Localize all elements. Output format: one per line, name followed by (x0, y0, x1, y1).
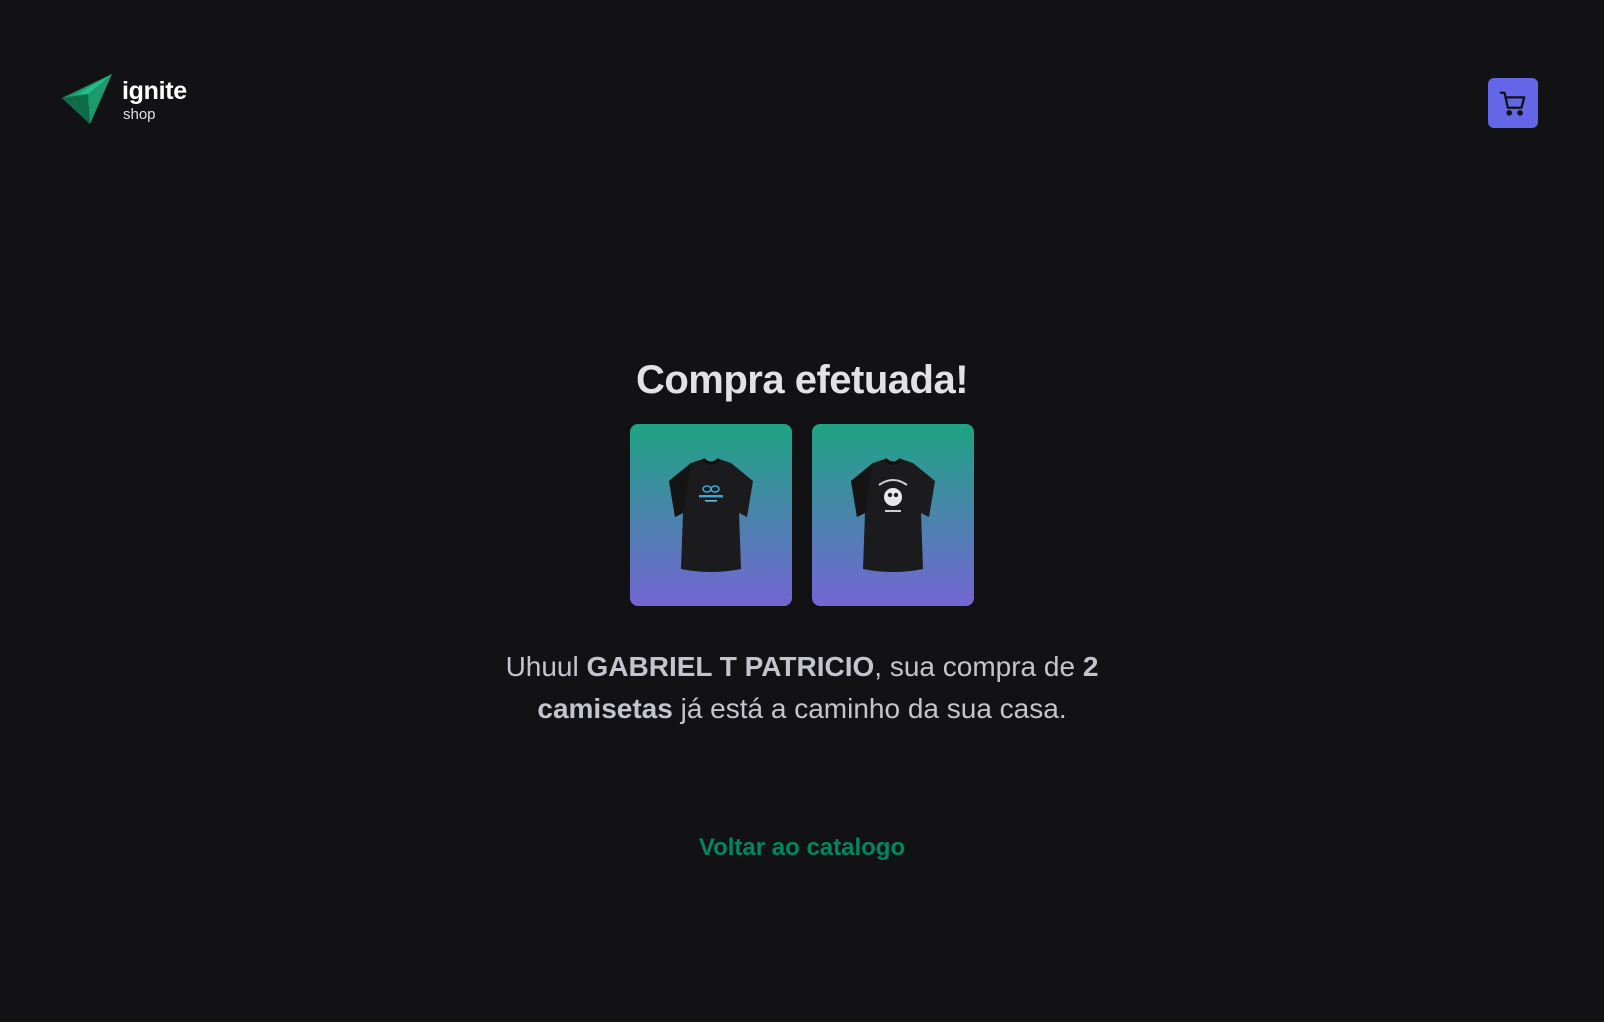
header: ignite shop (0, 0, 1604, 200)
tshirt-icon (851, 457, 935, 572)
ignite-shop-logo[interactable]: ignite shop (62, 74, 187, 126)
logo-title: ignite (122, 76, 187, 105)
success-message: Uhuul GABRIEL T PATRICIO, sua compra de … (492, 646, 1112, 730)
success-content: Compra efetuada! Uhuul GABRIEL T PATRICI… (0, 340, 1604, 862)
product-image-2 (812, 424, 974, 606)
cart-icon (1499, 91, 1526, 116)
product-image-1 (630, 424, 792, 606)
tshirt-icon (669, 457, 753, 572)
customer-name: GABRIEL T PATRICIO (586, 651, 875, 682)
message-prefix: Uhuul (505, 651, 587, 682)
cart-button[interactable] (1488, 78, 1538, 128)
message-middle: , sua compra de (874, 651, 1083, 682)
logo-text: ignite shop (122, 76, 187, 123)
message-suffix: já está a caminho da sua casa. (672, 693, 1067, 724)
purchased-products (630, 424, 974, 606)
page-title: Compra efetuada! (635, 358, 969, 402)
back-to-catalog-link[interactable]: Voltar ao catalogo (699, 834, 905, 862)
logo-subtitle: shop (123, 105, 156, 123)
ignite-logo-icon (62, 74, 112, 124)
